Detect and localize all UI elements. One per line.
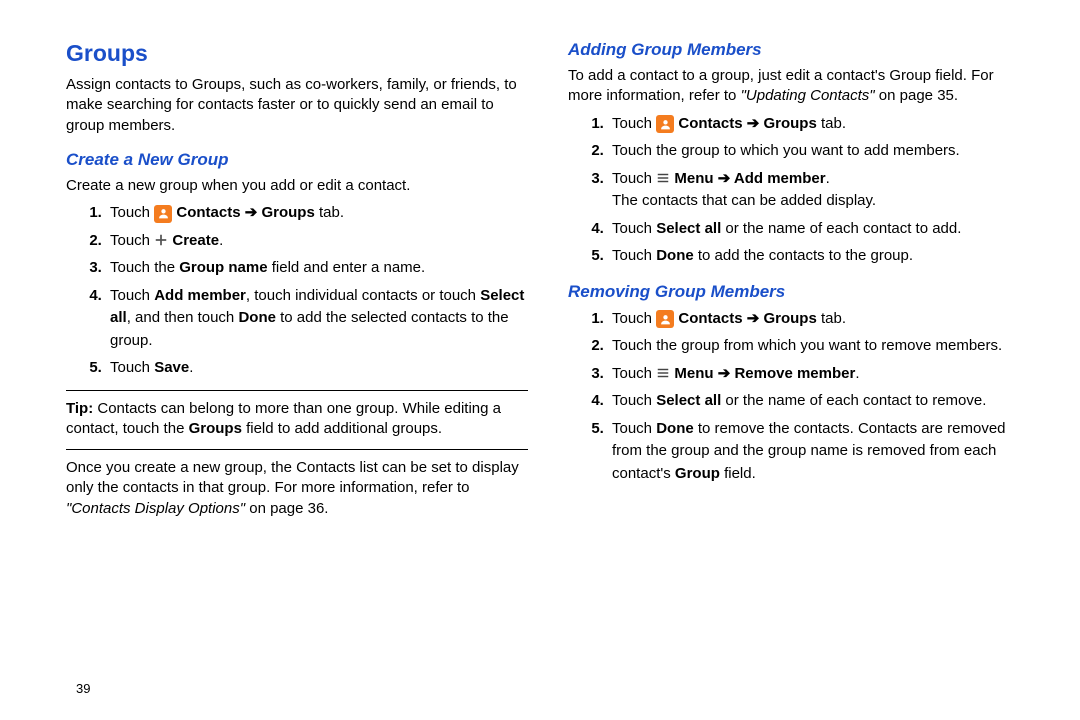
contacts-icon	[656, 115, 674, 133]
create-steps: Touch Contacts ➔ Groups tab. Touch Creat…	[66, 202, 528, 380]
adding-steps: Touch Contacts ➔ Groups tab. Touch the g…	[568, 113, 1030, 268]
heading-create-group: Create a New Group	[66, 150, 528, 170]
text: Touch	[612, 247, 656, 264]
text: to add the contacts to the group.	[694, 247, 913, 264]
removing-step-2: Touch the group from which you want to r…	[608, 335, 1030, 358]
text: .	[826, 170, 830, 187]
removing-step-4: Touch Select all or the name of each con…	[608, 390, 1030, 413]
plus-icon	[154, 233, 168, 247]
bold-text: Contacts ➔ Groups	[678, 310, 816, 327]
tip-block: Tip: Contacts can belong to more than on…	[66, 399, 528, 440]
bold-text: Menu ➔ Remove member	[674, 365, 855, 382]
menu-icon	[656, 171, 670, 185]
contacts-icon	[154, 205, 172, 223]
bold-text: Create	[172, 232, 219, 249]
tip-label: Tip:	[66, 400, 93, 417]
text: field to add additional groups.	[242, 420, 442, 437]
adding-step-3: Touch Menu ➔ Add member. The contacts th…	[608, 168, 1030, 213]
section-title-groups: Groups	[66, 40, 528, 67]
text: Touch the	[110, 259, 179, 276]
bold-text: Save	[154, 359, 189, 376]
text: .	[855, 365, 859, 382]
text: .	[189, 359, 193, 376]
italic-ref: "Contacts Display Options"	[66, 500, 245, 517]
create-step-3: Touch the Group name field and enter a n…	[106, 257, 528, 280]
text: Touch	[612, 220, 656, 237]
text: field.	[720, 465, 756, 482]
bold-text: Done	[656, 247, 694, 264]
bold-text: Groups	[189, 420, 242, 437]
text: .	[219, 232, 223, 249]
create-step-2: Touch Create.	[106, 230, 528, 253]
text: or the name of each contact to remove.	[721, 392, 986, 409]
divider	[66, 390, 528, 391]
create-step-1: Touch Contacts ➔ Groups tab.	[106, 202, 528, 225]
left-column: Groups Assign contacts to Groups, such a…	[66, 40, 528, 700]
text: Touch	[612, 365, 656, 382]
adding-step-4: Touch Select all or the name of each con…	[608, 218, 1030, 241]
text: on page 36.	[245, 500, 328, 517]
text: Touch	[110, 359, 154, 376]
bold-text: Done	[238, 309, 276, 326]
create-lead: Create a new group when you add or edit …	[66, 176, 528, 196]
bold-text: Select all	[656, 392, 721, 409]
bold-text: Contacts ➔ Groups	[678, 115, 816, 132]
bold-text: Done	[656, 420, 694, 437]
adding-step-5: Touch Done to add the contacts to the gr…	[608, 245, 1030, 268]
text: Touch	[110, 232, 154, 249]
text: The contacts that can be added display.	[612, 192, 876, 209]
text: Once you create a new group, the Contact…	[66, 459, 519, 496]
bold-text: Contacts ➔ Groups	[176, 204, 314, 221]
italic-ref: "Updating Contacts"	[741, 87, 875, 104]
page-number: 39	[76, 681, 90, 696]
text: tab.	[817, 310, 846, 327]
bold-text: Group name	[179, 259, 267, 276]
bold-text: Menu ➔ Add member	[674, 170, 825, 187]
removing-steps: Touch Contacts ➔ Groups tab. Touch the g…	[568, 308, 1030, 486]
text: Touch	[612, 392, 656, 409]
text: Touch	[612, 420, 656, 437]
text: tab.	[315, 204, 344, 221]
text: , and then touch	[127, 309, 239, 326]
text: Touch	[612, 115, 656, 132]
text: Touch	[110, 287, 154, 304]
removing-step-3: Touch Menu ➔ Remove member.	[608, 363, 1030, 386]
text: tab.	[817, 115, 846, 132]
menu-icon	[656, 366, 670, 380]
text: on page 35.	[875, 87, 958, 104]
text: , touch individual contacts or touch	[246, 287, 480, 304]
heading-adding-members: Adding Group Members	[568, 40, 1030, 60]
adding-step-1: Touch Contacts ➔ Groups tab.	[608, 113, 1030, 136]
text: or the name of each contact to add.	[721, 220, 961, 237]
text: field and enter a name.	[268, 259, 426, 276]
create-step-5: Touch Save.	[106, 357, 528, 380]
text: Touch	[612, 310, 656, 327]
adding-step-2: Touch the group to which you want to add…	[608, 140, 1030, 163]
contacts-icon	[656, 310, 674, 328]
heading-removing-members: Removing Group Members	[568, 282, 1030, 302]
create-step-4: Touch Add member, touch individual conta…	[106, 285, 528, 353]
divider	[66, 449, 528, 450]
right-column: Adding Group Members To add a contact to…	[568, 40, 1030, 700]
bold-text: Add member	[154, 287, 246, 304]
groups-intro: Assign contacts to Groups, such as co-wo…	[66, 75, 528, 136]
bold-text: Group	[675, 465, 720, 482]
bold-text: Select all	[656, 220, 721, 237]
removing-step-5: Touch Done to remove the contacts. Conta…	[608, 418, 1030, 486]
removing-step-1: Touch Contacts ➔ Groups tab.	[608, 308, 1030, 331]
manual-page: Groups Assign contacts to Groups, such a…	[0, 0, 1080, 720]
text: Touch	[110, 204, 154, 221]
text: Touch	[612, 170, 656, 187]
adding-lead: To add a contact to a group, just edit a…	[568, 66, 1030, 107]
after-create-note: Once you create a new group, the Contact…	[66, 458, 528, 519]
